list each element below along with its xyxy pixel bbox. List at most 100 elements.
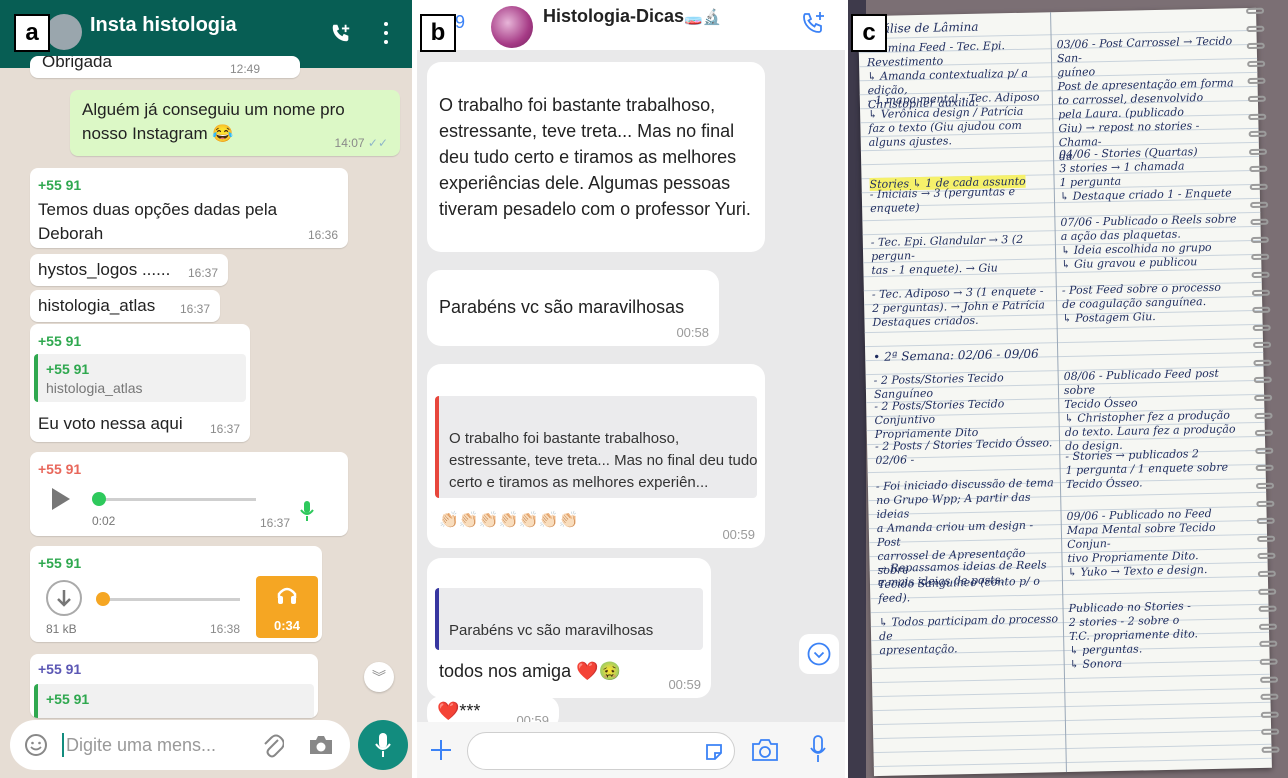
attach-icon[interactable]	[262, 732, 284, 758]
spiral-ring	[1257, 570, 1276, 578]
notebook-entry: - Tec. Epi. Glandular → 3 (2 pergun- tas…	[870, 232, 1024, 278]
ruled-line	[873, 757, 1272, 768]
menu-icon[interactable]	[382, 22, 390, 46]
notebook-entry: - 1 mapa mental - Tec. Adiposo ↳ Verônic…	[867, 90, 1040, 150]
message-time: 14:07 ✓✓	[334, 136, 388, 150]
outgoing-message: Alguém já conseguiu um nome pro nosso In…	[70, 90, 400, 156]
spiral-ring	[1255, 482, 1275, 490]
audio-file-message: +55 91 81 kB 16:38 0:34	[30, 546, 322, 642]
back-count[interactable]: 9	[455, 12, 465, 33]
chat-title[interactable]: Histologia-Dicas🧫🔬	[543, 6, 721, 27]
notebook-entry: 04/06 - Stories (Quartas) 3 stories → 1 …	[1058, 145, 1232, 204]
play-icon[interactable]	[50, 486, 72, 512]
audio-progress-knob[interactable]	[92, 492, 106, 506]
spiral-ring	[1248, 148, 1268, 155]
spiral-ring	[1252, 324, 1271, 331]
message-text: Temos duas opções dadas pela Deborah	[38, 200, 278, 243]
notebook-entry: - 2 Posts / Stories Tecido Ósseo. 02/06 …	[874, 436, 1053, 467]
voice-record-button[interactable]	[358, 720, 408, 770]
message-input[interactable]	[467, 732, 735, 770]
notebook-page: Análise de Lâmina - Lâmina Feed - Tec. E…	[858, 7, 1280, 777]
quoted-message[interactable]: +55 91	[34, 684, 314, 718]
audio-progress-track[interactable]	[94, 498, 256, 501]
spiral-ring	[1256, 517, 1275, 525]
spiral-ring	[1260, 676, 1279, 683]
spiral-ring	[1259, 640, 1278, 648]
incoming-message: O trabalho foi bastante trabalhoso, estr…	[427, 62, 765, 252]
spiral-ring	[1246, 42, 1265, 50]
voice-message: +55 91 0:02 16:37	[30, 452, 348, 536]
quote-sender: +55 91	[46, 361, 90, 377]
message-bubble: Obrigada 12:49	[30, 56, 300, 78]
quote-text: Parabéns vc são maravilhosas	[449, 622, 654, 639]
sender-phone[interactable]: +55 91	[38, 176, 81, 194]
audio-duration: 0:02	[92, 514, 116, 528]
group-avatar[interactable]	[46, 14, 82, 50]
scroll-down-button[interactable]: ︾	[364, 662, 394, 692]
notebook-entry: Publicado no Stories - 2 stories - 2 sob…	[1068, 599, 1199, 671]
spiral-ring	[1247, 78, 1266, 85]
audio-progress-track[interactable]	[100, 598, 240, 601]
message-list[interactable]: O trabalho foi bastante trabalhoso, estr…	[417, 50, 845, 730]
camera-icon[interactable]	[308, 734, 334, 756]
group-avatar[interactable]	[491, 6, 533, 48]
spiral-ring	[1246, 7, 1265, 15]
compose-bar	[417, 722, 845, 778]
whatsapp-panel: Insta histologia Obrigada 12:49 Alguém j…	[0, 0, 412, 778]
spiral-ring	[1257, 535, 1276, 542]
spiral-ring	[1253, 359, 1272, 366]
spiral-ring	[1257, 553, 1276, 560]
audio-thumbnail[interactable]: 0:34	[256, 576, 318, 638]
camera-icon[interactable]	[751, 738, 779, 762]
spiral-ring	[1252, 306, 1271, 314]
chevron-down-circle-icon	[807, 642, 831, 666]
instagram-panel: 9 Histologia-Dicas🧫🔬 O trabalho foi bast…	[417, 0, 845, 778]
scroll-down-button[interactable]	[799, 634, 839, 674]
sender-phone[interactable]: +55 91	[38, 660, 81, 678]
notebook-entry: - Stories → publicados 2 1 pergunta / 1 …	[1065, 447, 1229, 491]
sender-phone[interactable]: +55 91	[38, 332, 81, 350]
read-receipt-icon: ✓✓	[367, 136, 388, 150]
add-call-icon[interactable]	[330, 22, 352, 44]
ruled-line	[872, 687, 1271, 698]
emoji-icon[interactable]	[24, 733, 48, 757]
ruled-line	[872, 701, 1271, 712]
notebook-entry: - Tec. Adiposo → 3 (1 enquete - 2 pergun…	[871, 284, 1046, 330]
spiral-ring	[1261, 746, 1280, 753]
notebook-entry: - 2 Posts/Stories Tecido Conjuntivo Prop…	[874, 397, 1005, 441]
mic-icon	[375, 733, 391, 757]
ruled-line	[864, 337, 1263, 348]
chat-title[interactable]: Insta histologia	[90, 14, 237, 37]
message-text: histologia_atlas	[38, 296, 156, 315]
spiral-ring	[1251, 271, 1270, 278]
sticker-icon[interactable]	[704, 742, 724, 762]
mic-icon	[300, 501, 314, 521]
quoted-message[interactable]: Parabéns vc são maravilhosas	[435, 588, 703, 650]
incoming-message: +55 91 +55 91	[30, 654, 318, 718]
message-text: Parabéns vc são maravilhosas	[439, 297, 685, 317]
download-icon[interactable]	[46, 580, 82, 616]
sender-phone[interactable]: +55 91	[38, 554, 81, 572]
message-time: 16:37	[179, 302, 210, 316]
message-input[interactable]: Digite uma mens...	[62, 733, 216, 757]
spiral-ring	[1254, 412, 1273, 419]
mic-icon[interactable]	[809, 734, 827, 764]
spiral-ring	[1248, 113, 1267, 120]
audio-progress-knob[interactable]	[96, 592, 110, 606]
notebook-entry: → Repassamos ideias de Reels e mais idei…	[877, 558, 1047, 589]
spiral-ring	[1258, 605, 1277, 613]
quoted-message[interactable]: O trabalho foi bastante trabalhoso, estr…	[435, 396, 758, 498]
notebook-entry: ↳ Todos participam do processo de aprese…	[878, 612, 1059, 657]
message-input-bar[interactable]: Digite uma mens...	[10, 720, 350, 770]
spiral-ring	[1261, 728, 1280, 736]
add-call-icon[interactable]	[801, 10, 827, 36]
ruled-line	[872, 673, 1270, 684]
notebook-entry: - Iniciais → 3 (perguntas e enquete)	[869, 185, 1016, 216]
message-time: 00:59	[722, 527, 755, 542]
incoming-message: Parabéns vc são maravilhosas 00:58	[427, 270, 719, 346]
sender-phone[interactable]: +55 91	[38, 460, 81, 478]
message-time: 00:59	[668, 677, 701, 692]
spiral-ring	[1256, 500, 1275, 507]
plus-icon[interactable]	[429, 738, 453, 762]
quoted-message[interactable]: +55 91 histologia_atlas	[34, 354, 246, 402]
